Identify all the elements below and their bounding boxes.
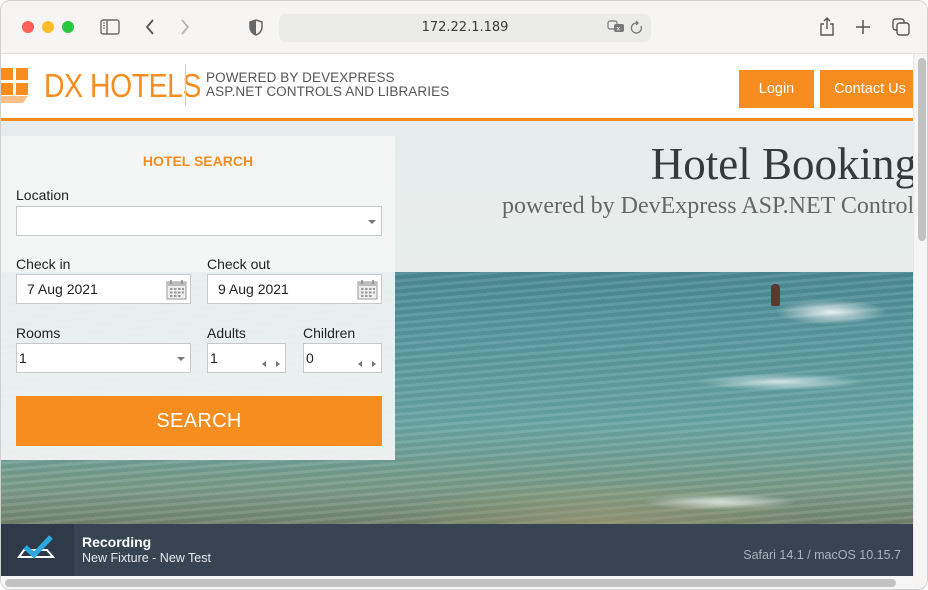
hotel-search-panel: HOTEL SEARCH Location Check in 7 Aug 202… — [1, 136, 395, 460]
rooms-label: Rooms — [16, 325, 61, 341]
testcafe-logo — [1, 524, 74, 576]
site-header: DX HOTELS POWERED BY DEVEXPRESS ASP.NET … — [1, 54, 913, 121]
close-window-button[interactable] — [22, 21, 34, 33]
login-button[interactable]: Login — [739, 70, 814, 108]
minimize-window-button[interactable] — [42, 21, 54, 33]
checkin-label: Check in — [16, 256, 71, 272]
calendar-icon[interactable] — [166, 279, 187, 300]
children-label: Children — [303, 325, 356, 341]
spin-buttons-icon[interactable] — [261, 355, 281, 367]
recording-status-bar: Recording New Fixture - New Test Safari … — [1, 524, 913, 576]
svg-text:x: x — [617, 26, 621, 33]
tab-overview-icon[interactable] — [891, 15, 911, 39]
adults-label: Adults — [207, 325, 246, 341]
checkout-label: Check out — [207, 256, 271, 272]
zoom-window-button[interactable] — [62, 21, 74, 33]
new-tab-icon[interactable] — [854, 15, 872, 39]
browser-window: 172.22.1.189 x DX HOTELS POWERED BY DEVE… — [0, 0, 928, 590]
vertical-scroll-thumb[interactable] — [918, 58, 926, 241]
logo-icon — [1, 68, 31, 104]
share-icon[interactable] — [818, 15, 836, 39]
search-button[interactable]: SEARCH — [16, 396, 382, 446]
chevron-down-icon[interactable] — [368, 220, 376, 224]
adults-spinner[interactable]: 1 — [207, 343, 286, 373]
location-select[interactable] — [16, 206, 382, 236]
address-bar[interactable]: 172.22.1.189 x — [279, 14, 651, 42]
adults-value: 1 — [210, 350, 218, 366]
calendar-icon[interactable] — [357, 279, 378, 300]
horizontal-scrollbar[interactable] — [1, 576, 913, 589]
checkin-date-field[interactable]: 7 Aug 2021 — [16, 274, 191, 304]
powered-by-text: POWERED BY DEVEXPRESS ASP.NET CONTROLS A… — [206, 71, 449, 99]
browser-environment: Safari 14.1 / macOS 10.15.7 — [743, 548, 901, 562]
vertical-scrollbar[interactable] — [913, 54, 927, 576]
logo-text[interactable]: DX HOTELS — [44, 67, 201, 105]
translate-icon[interactable]: x — [607, 20, 625, 39]
checkout-value: 9 Aug 2021 — [218, 281, 289, 297]
back-icon[interactable] — [143, 15, 157, 39]
browser-toolbar: 172.22.1.189 x — [1, 1, 927, 54]
rooms-select[interactable]: 1 — [16, 343, 191, 373]
checkout-date-field[interactable]: 9 Aug 2021 — [207, 274, 382, 304]
hero-subtitle: powered by DevExpress ASP.NET Controls — [502, 193, 913, 219]
powered-line-2: ASP.NET CONTROLS AND LIBRARIES — [206, 84, 450, 99]
horizontal-scroll-thumb[interactable] — [5, 579, 896, 587]
sidebar-icon[interactable] — [99, 15, 121, 39]
location-label: Location — [16, 187, 69, 203]
privacy-shield-icon[interactable] — [247, 15, 265, 39]
header-divider — [185, 64, 186, 106]
hotel-search-title: HOTEL SEARCH — [142, 153, 254, 169]
checkin-value: 7 Aug 2021 — [27, 281, 98, 297]
rooms-value: 1 — [19, 350, 27, 366]
recording-title: Recording — [82, 534, 152, 550]
recording-subtitle: New Fixture - New Test — [82, 551, 211, 565]
spin-buttons-icon[interactable] — [357, 355, 377, 367]
children-value: 0 — [306, 350, 314, 366]
hero-person — [771, 284, 780, 306]
checkmark-icon — [17, 535, 56, 559]
forward-icon[interactable] — [178, 15, 192, 39]
address-text: 172.22.1.189 — [421, 20, 509, 35]
children-spinner[interactable]: 0 — [303, 343, 382, 373]
reload-icon[interactable] — [630, 20, 644, 41]
contact-us-button[interactable]: Contact Us — [820, 70, 913, 108]
chevron-down-icon[interactable] — [177, 357, 185, 361]
hero-title: Hotel Booking — [650, 139, 913, 189]
web-page: DX HOTELS POWERED BY DEVEXPRESS ASP.NET … — [1, 54, 913, 576]
powered-line-1: POWERED BY DEVEXPRESS — [206, 70, 395, 85]
